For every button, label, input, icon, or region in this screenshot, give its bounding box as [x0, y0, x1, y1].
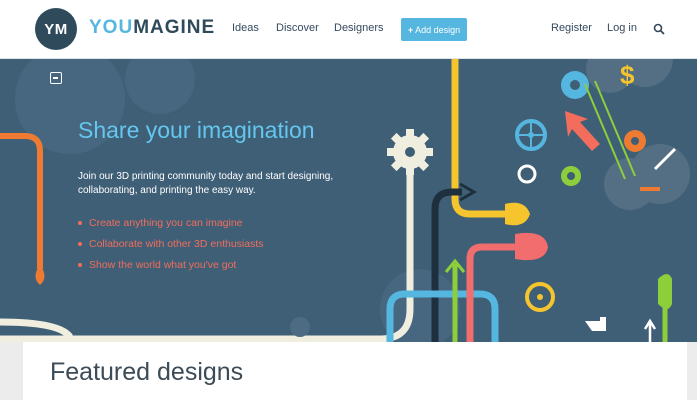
- collapse-icon[interactable]: [50, 72, 62, 84]
- bullet-icon: [78, 221, 82, 226]
- hero-feature-text: Create anything you can imagine: [89, 217, 243, 229]
- bullet-icon: [78, 263, 82, 268]
- white-ring-icon: [517, 164, 537, 184]
- red-drop-icon: [515, 232, 548, 261]
- green-gear-icon: [561, 166, 581, 186]
- cloud-icon: [630, 144, 690, 204]
- register-link[interactable]: Register: [551, 22, 592, 34]
- hero-feature-item: Show the world what you've got: [78, 259, 264, 280]
- dollar-icon: $: [620, 60, 635, 90]
- cream-gear-icon: [387, 129, 433, 175]
- yellow-drop-icon: [505, 202, 530, 226]
- hero-feature-item: Create anything you can imagine: [78, 217, 264, 238]
- hero-feature-text: Show the world what you've got: [89, 259, 237, 271]
- nav-ideas[interactable]: Ideas: [232, 22, 259, 34]
- login-link[interactable]: Log in: [607, 22, 637, 34]
- blue-wheel-icon: [515, 119, 547, 151]
- yellow-pipe: [451, 59, 510, 218]
- cream-pipe: [0, 318, 73, 340]
- logo-magine: MAGINE: [133, 17, 216, 38]
- featured-title: Featured designs: [50, 358, 244, 386]
- nav-designers[interactable]: Designers: [334, 22, 384, 34]
- bullet-icon: [78, 242, 82, 247]
- hero-banner: $ Share your imagination Join our 3D pri…: [0, 59, 697, 342]
- orange-gear-icon: [624, 130, 646, 152]
- cloud-shape: [125, 59, 195, 114]
- red-cursor-icon: [565, 111, 600, 151]
- hero-illustration: $: [0, 59, 690, 342]
- plus-icon: +: [407, 24, 414, 35]
- hero-title: Share your imagination: [78, 117, 315, 143]
- faucet-icon: [585, 317, 606, 331]
- hero-feature-item: Collaborate with other 3D enthusiasts: [78, 238, 264, 259]
- logo-badge[interactable]: YM: [35, 8, 77, 50]
- yellow-wheel-icon: [525, 282, 555, 312]
- nav-discover[interactable]: Discover: [276, 22, 319, 34]
- green-plug-icon: [658, 274, 672, 309]
- logo-wordmark[interactable]: YOUMAGINE: [89, 17, 215, 39]
- logo-you: YOU: [89, 17, 134, 38]
- hero-feature-list: Create anything you can imagine Collabor…: [78, 217, 264, 280]
- navy-arrow-icon: [459, 182, 478, 202]
- add-design-button[interactable]: + Add design: [401, 18, 467, 41]
- add-design-label: Add design: [415, 24, 461, 35]
- up-arrow-icon: [643, 318, 657, 342]
- drop-icon: [35, 265, 45, 285]
- faint-gear-icon: [290, 317, 310, 337]
- search-icon[interactable]: [653, 23, 665, 35]
- orange-pipe: [0, 133, 43, 269]
- hero-subtitle: Join our 3D printing community today and…: [78, 171, 334, 196]
- site-header: YM YOUMAGINE Ideas Discover Designers + A…: [0, 0, 697, 59]
- hero-feature-text: Collaborate with other 3D enthusiasts: [89, 238, 264, 250]
